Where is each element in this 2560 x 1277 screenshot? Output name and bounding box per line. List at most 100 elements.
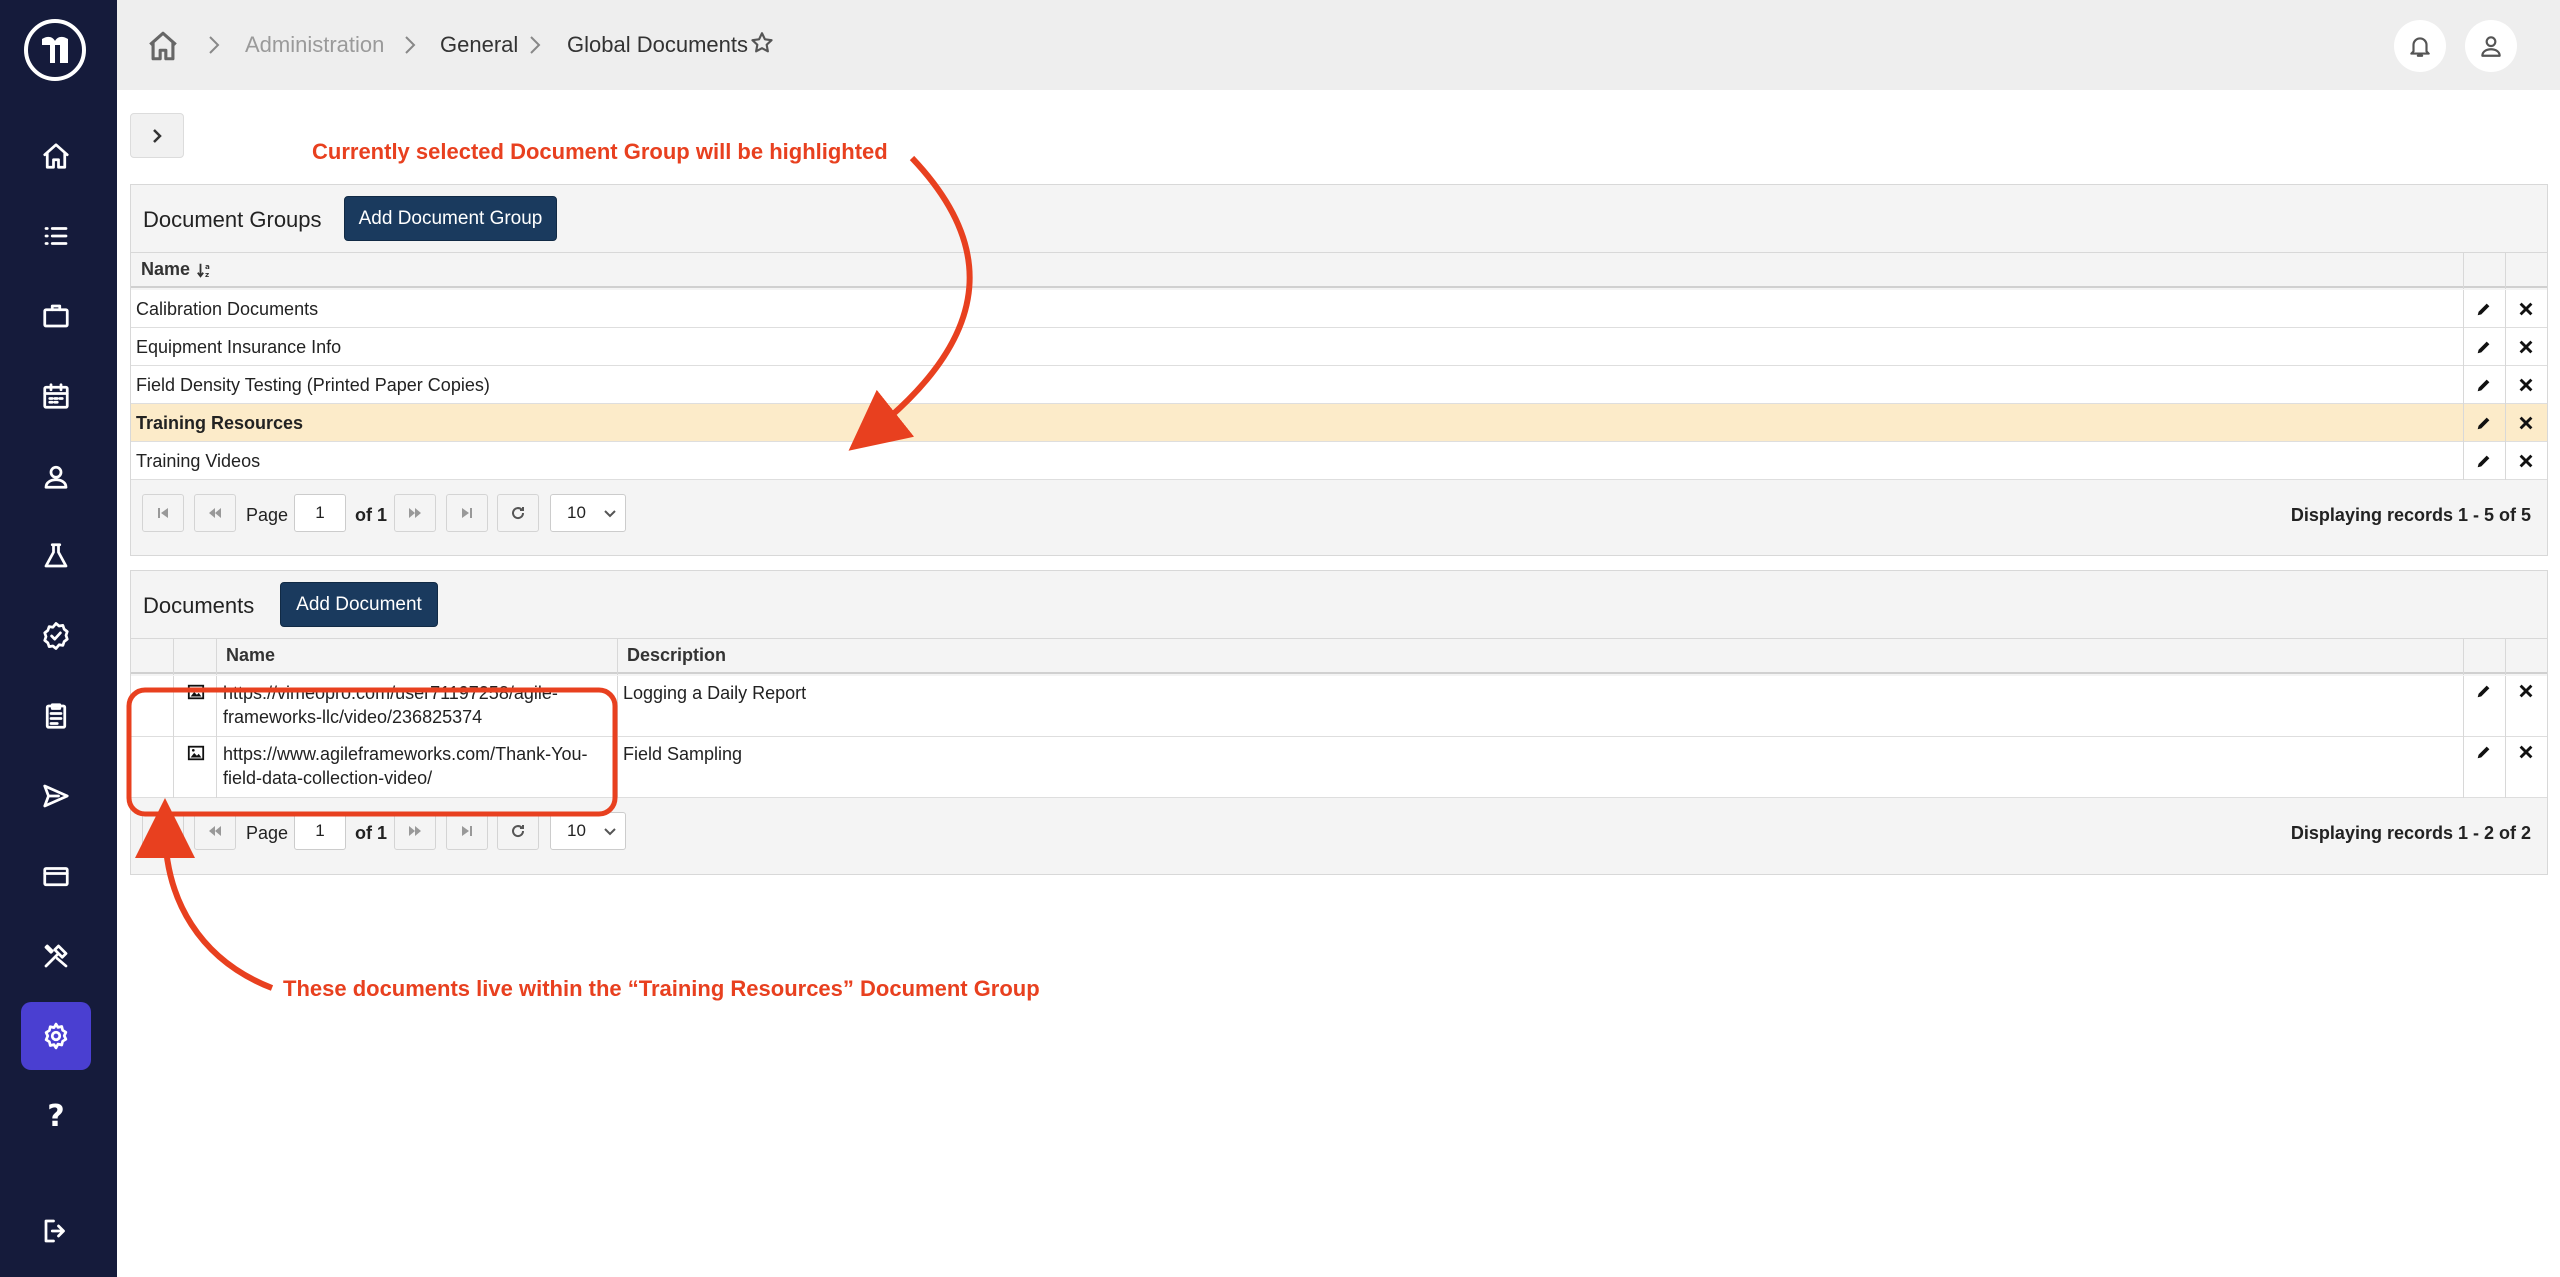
document-groups-panel: Document Groups Add Document Group Name … bbox=[130, 184, 2548, 556]
nav-quality[interactable] bbox=[21, 602, 91, 670]
nav-calendar[interactable] bbox=[21, 362, 91, 430]
nav-lab[interactable] bbox=[21, 522, 91, 590]
column-divider bbox=[2505, 253, 2506, 289]
documents-title: Documents bbox=[143, 593, 255, 618]
page-title: Global Documents bbox=[567, 32, 748, 57]
refresh-icon[interactable] bbox=[497, 494, 539, 532]
notifications-button[interactable] bbox=[2394, 20, 2446, 72]
refresh-icon[interactable] bbox=[497, 812, 539, 850]
send-icon bbox=[43, 784, 69, 808]
svg-text:z: z bbox=[205, 270, 209, 279]
page-size-select[interactable]: 10 bbox=[550, 812, 626, 850]
nav-billing[interactable] bbox=[21, 842, 91, 910]
app-logo[interactable] bbox=[24, 19, 86, 81]
total-pages: 1 bbox=[377, 823, 388, 843]
table-row[interactable]: https://www.agileframeworks.com/Thank-Yo… bbox=[131, 737, 2547, 798]
edit-pencil-icon[interactable] bbox=[2464, 404, 2504, 441]
group-name: Training Videos bbox=[136, 451, 261, 471]
chevron-down-icon bbox=[604, 828, 616, 836]
column-header-name[interactable]: Name az bbox=[131, 253, 2461, 286]
delete-x-icon[interactable] bbox=[2506, 404, 2546, 441]
edit-pencil-icon[interactable] bbox=[2464, 442, 2504, 479]
delete-x-icon[interactable] bbox=[2506, 328, 2546, 365]
nav-reports[interactable] bbox=[21, 682, 91, 750]
breadcrumb-home-icon[interactable] bbox=[146, 29, 180, 63]
table-row[interactable]: https://vimeopro.com/user71197258/agile-… bbox=[131, 676, 2547, 737]
nav-logout[interactable] bbox=[21, 1197, 91, 1265]
next-page-icon[interactable] bbox=[394, 494, 436, 532]
table-row[interactable]: Equipment Insurance Info bbox=[131, 328, 2547, 366]
group-name: Training Resources bbox=[136, 413, 304, 433]
prev-page-icon[interactable] bbox=[194, 812, 236, 850]
page-size-select[interactable]: 10 bbox=[550, 494, 626, 532]
delete-x-icon[interactable] bbox=[2506, 737, 2546, 767]
edit-pencil-icon[interactable] bbox=[2464, 290, 2504, 327]
delete-x-icon[interactable] bbox=[2506, 290, 2546, 327]
edit-pencil-icon[interactable] bbox=[2464, 737, 2504, 767]
nav-home[interactable] bbox=[21, 122, 91, 190]
edit-pencil-icon[interactable] bbox=[2464, 366, 2504, 403]
first-page-icon[interactable] bbox=[142, 812, 184, 850]
logout-icon bbox=[44, 1219, 65, 1243]
documents-pager: Page 1 of 1 10 Displaying records 1 - 2 … bbox=[131, 800, 2547, 864]
user-icon bbox=[2481, 36, 2501, 57]
delete-x-icon[interactable] bbox=[2506, 676, 2546, 706]
gear-icon bbox=[44, 1022, 68, 1050]
nav-send[interactable] bbox=[21, 762, 91, 830]
image-icon[interactable] bbox=[176, 680, 216, 704]
column-header-name[interactable]: Name bbox=[216, 639, 616, 672]
nav-tools[interactable] bbox=[21, 922, 91, 990]
flask-icon bbox=[44, 543, 68, 568]
records-count: Displaying records 1 - 5 of 5 bbox=[2290, 505, 2531, 525]
favorite-star-icon[interactable] bbox=[749, 30, 775, 56]
column-divider bbox=[216, 737, 217, 798]
last-page-icon[interactable] bbox=[446, 494, 488, 532]
column-divider bbox=[617, 737, 618, 798]
page-number-input[interactable]: 1 bbox=[294, 812, 346, 850]
of-label: of bbox=[355, 823, 372, 843]
document-link-line2[interactable]: field-data-collection-video/ bbox=[223, 766, 432, 790]
sort-icon: az bbox=[197, 262, 210, 279]
profile-button[interactable] bbox=[2465, 20, 2517, 72]
document-link-line1[interactable]: https://www.agileframeworks.com/Thank-Yo… bbox=[223, 742, 587, 766]
badge-check-icon bbox=[43, 622, 69, 650]
nav-list[interactable] bbox=[21, 202, 91, 270]
column-header-description[interactable]: Description bbox=[617, 639, 2457, 672]
delete-x-icon[interactable] bbox=[2506, 366, 2546, 403]
nav-people[interactable] bbox=[21, 442, 91, 510]
add-document-button[interactable]: Add Document bbox=[280, 582, 438, 627]
table-row[interactable]: Calibration Documents bbox=[131, 290, 2547, 328]
breadcrumb-general[interactable]: General bbox=[440, 31, 518, 59]
edit-pencil-icon[interactable] bbox=[2464, 328, 2504, 365]
column-divider bbox=[2505, 639, 2506, 675]
column-divider bbox=[2463, 639, 2464, 675]
chevron-right-icon bbox=[153, 128, 162, 143]
credit-card-icon bbox=[43, 867, 69, 887]
records-count: Displaying records 1 - 2 of 2 bbox=[2290, 823, 2531, 843]
prev-page-icon[interactable] bbox=[194, 494, 236, 532]
next-page-icon[interactable] bbox=[394, 812, 436, 850]
table-row-selected[interactable]: Training Resources bbox=[131, 404, 2547, 442]
nav-projects[interactable] bbox=[21, 282, 91, 350]
first-page-icon[interactable] bbox=[142, 494, 184, 532]
group-name: Field Density Testing (Printed Paper Cop… bbox=[136, 375, 490, 395]
delete-x-icon[interactable] bbox=[2506, 442, 2546, 479]
edit-pencil-icon[interactable] bbox=[2464, 676, 2504, 706]
nav-settings[interactable] bbox=[21, 1002, 91, 1070]
calendar-icon bbox=[43, 383, 69, 409]
image-icon[interactable] bbox=[176, 741, 216, 765]
add-document-group-button[interactable]: Add Document Group bbox=[344, 196, 557, 241]
group-name: Equipment Insurance Info bbox=[136, 337, 342, 357]
total-pages: 1 bbox=[377, 505, 388, 525]
breadcrumb-administration[interactable]: Administration bbox=[245, 31, 384, 59]
home-icon bbox=[43, 143, 69, 169]
table-row[interactable]: Field Density Testing (Printed Paper Cop… bbox=[131, 366, 2547, 404]
document-link-line2[interactable]: frameworks-llc/video/236825374 bbox=[223, 705, 482, 729]
page-number-input[interactable]: 1 bbox=[294, 494, 346, 532]
last-page-icon[interactable] bbox=[446, 812, 488, 850]
list-icon bbox=[44, 227, 68, 245]
nav-help[interactable]: ? bbox=[21, 1082, 91, 1150]
document-link-line1[interactable]: https://vimeopro.com/user71197258/agile- bbox=[223, 681, 558, 705]
table-row[interactable]: Training Videos bbox=[131, 442, 2547, 480]
expand-panel-button[interactable] bbox=[130, 113, 184, 158]
